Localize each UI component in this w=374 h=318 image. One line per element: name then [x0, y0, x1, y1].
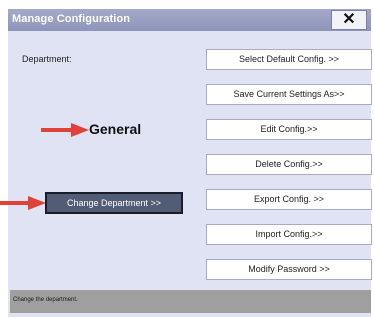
- department-value: General: [89, 121, 142, 137]
- modify-password-button[interactable]: Modify Password >>: [206, 259, 372, 280]
- close-button[interactable]: ✕: [331, 10, 367, 30]
- select-default-config-button[interactable]: Select Default Config. >>: [206, 49, 372, 70]
- department-label: Department:: [22, 54, 72, 64]
- close-icon: ✕: [342, 11, 356, 28]
- dialog-title: Manage Configuration: [12, 13, 131, 25]
- status-text: Change the department.: [13, 297, 78, 303]
- arrow-right-icon: [41, 123, 89, 137]
- title-bar: Manage Configuration ✕: [8, 9, 371, 31]
- delete-config-button[interactable]: Delete Config.>>: [206, 154, 372, 175]
- import-config-button[interactable]: Import Config.>>: [206, 224, 372, 245]
- export-config-button[interactable]: Export Config. >>: [206, 189, 372, 210]
- save-current-settings-button[interactable]: Save Current Settings As>>: [206, 84, 372, 105]
- status-bar: Change the department.: [10, 290, 371, 313]
- arrow-right-icon: [0, 196, 46, 210]
- change-department-button[interactable]: Change Department >>: [45, 192, 183, 214]
- manage-configuration-dialog: Manage Configuration ✕ Department: Gener…: [0, 9, 372, 317]
- edit-config-button[interactable]: Edit Config.>>: [206, 119, 372, 140]
